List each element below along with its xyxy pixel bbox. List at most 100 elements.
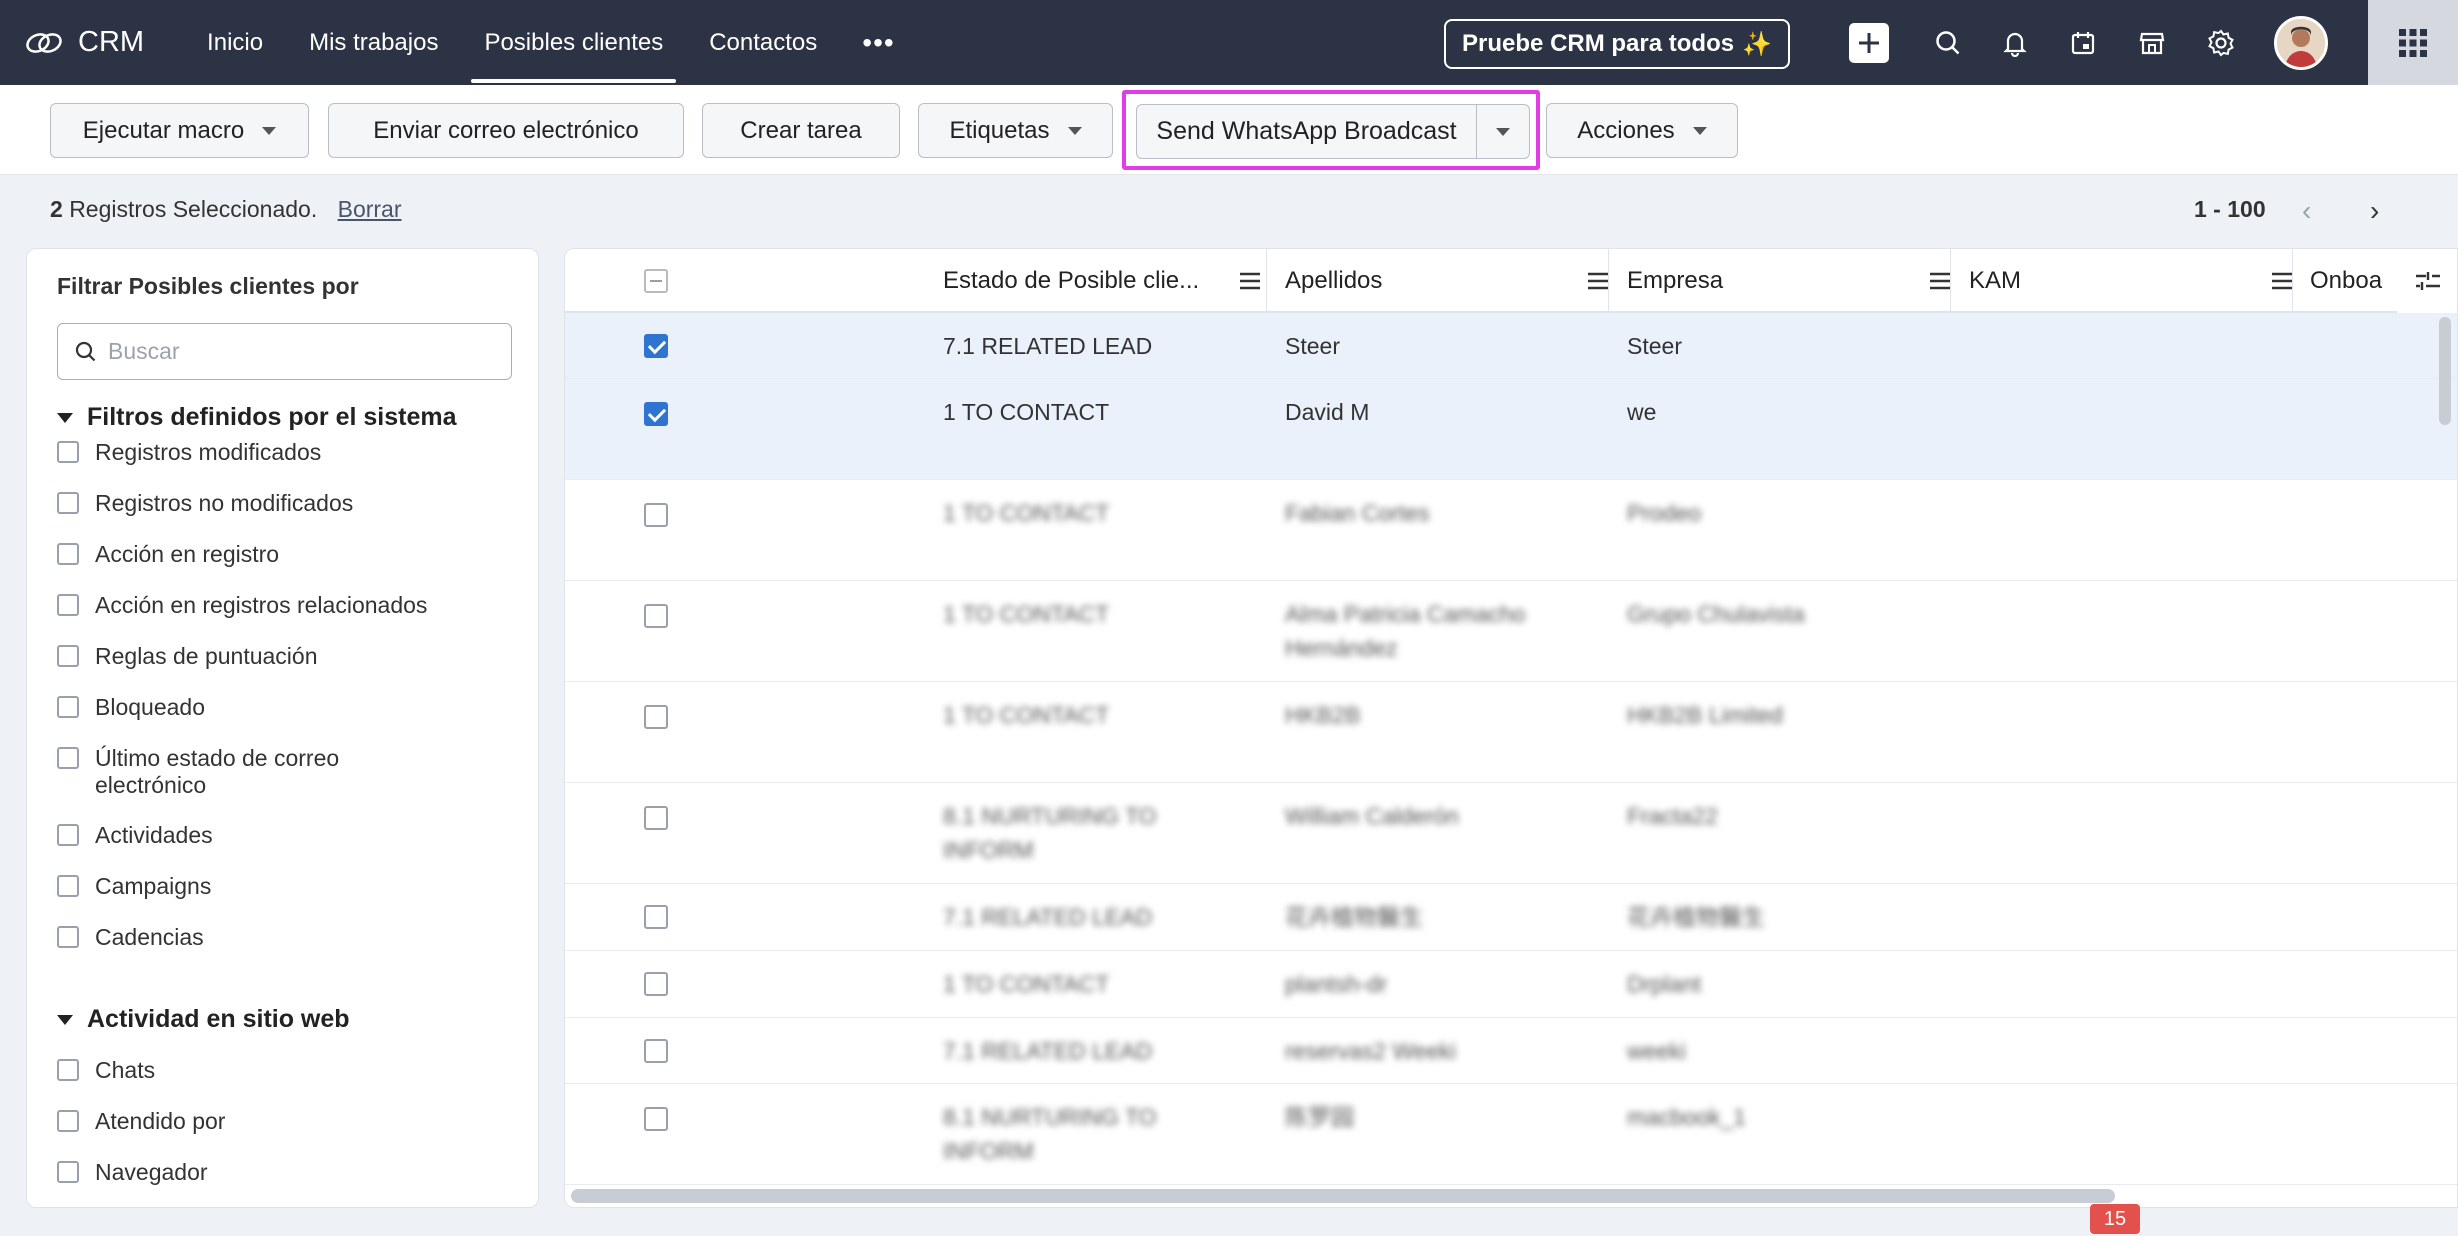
row-checkbox[interactable]: [644, 1039, 668, 1063]
column-header-onboarding[interactable]: Onboa: [2310, 249, 2400, 313]
column-header-apellidos[interactable]: Apellidos: [1285, 249, 1627, 313]
row-checkbox[interactable]: [644, 604, 668, 628]
column-menu-icon[interactable]: [2271, 271, 2293, 291]
checkbox[interactable]: [57, 875, 79, 897]
vertical-scrollbar[interactable]: [2439, 317, 2451, 425]
filter-item[interactable]: Navegador: [57, 1159, 208, 1186]
select-all-checkbox[interactable]: [644, 269, 668, 293]
marketplace-icon[interactable]: [2131, 22, 2173, 64]
filter-item[interactable]: Acción en registro: [57, 541, 279, 568]
actions-button[interactable]: Acciones: [1546, 103, 1738, 158]
send-email-button[interactable]: Enviar correo electrónico: [328, 103, 684, 158]
table-row[interactable]: 1 TO CONTACT David M we: [565, 379, 2457, 480]
apps-grid-icon[interactable]: [2368, 0, 2458, 85]
column-header-kam[interactable]: KAM: [1969, 249, 2311, 313]
surname-cell[interactable]: plantsh-dr: [1285, 967, 1387, 1001]
filter-item[interactable]: Atendido por: [57, 1108, 225, 1135]
surname-cell[interactable]: Fabian Cortes: [1285, 496, 1429, 530]
checkbox[interactable]: [57, 747, 79, 769]
tab-contactos[interactable]: Contactos: [686, 0, 840, 85]
filter-search-input[interactable]: [108, 338, 488, 365]
filter-item[interactable]: Cadencias: [57, 924, 204, 951]
surname-cell[interactable]: David M: [1285, 395, 1369, 429]
row-checkbox[interactable]: [644, 806, 668, 830]
column-divider[interactable]: [1266, 249, 1267, 313]
filter-item[interactable]: Campaigns: [57, 873, 211, 900]
table-row[interactable]: 8.1 NURTURING TO INFORM 陈罗园 macbook_1: [565, 1084, 2457, 1185]
surname-cell[interactable]: reservas2 Weeki: [1285, 1034, 1456, 1068]
table-row[interactable]: 7.1 RELATED LEAD reservas2 Weeki weeki: [565, 1018, 2457, 1084]
checkbox[interactable]: [57, 492, 79, 514]
surname-cell[interactable]: Alma Patricia Camacho Hernández: [1285, 597, 1525, 665]
table-row[interactable]: 1 TO CONTACT HKB2B HKB2B Limited: [565, 682, 2457, 783]
table-row[interactable]: 7.1 RELATED LEAD Steer Steer: [565, 313, 2457, 379]
try-crm-button[interactable]: Pruebe CRM para todos ✨: [1444, 19, 1790, 69]
row-checkbox[interactable]: [644, 905, 668, 929]
tab-inicio[interactable]: Inicio: [184, 0, 286, 85]
row-checkbox[interactable]: [644, 334, 668, 358]
checkbox[interactable]: [57, 645, 79, 667]
tab-mis-trabajos[interactable]: Mis trabajos: [286, 0, 461, 85]
web-activity-header[interactable]: Actividad en sitio web: [57, 1005, 350, 1034]
calendar-icon[interactable]: [2062, 22, 2104, 64]
filter-item[interactable]: Actividades: [57, 822, 213, 849]
horizontal-scrollbar[interactable]: [571, 1189, 2115, 1203]
checkbox[interactable]: [57, 824, 79, 846]
surname-cell[interactable]: William Calderón: [1285, 799, 1459, 833]
column-divider[interactable]: [1608, 249, 1609, 313]
column-header-empresa[interactable]: Empresa: [1627, 249, 1969, 313]
filter-item[interactable]: Acción en registros relacionados: [57, 592, 427, 619]
surname-cell[interactable]: HKB2B: [1285, 698, 1360, 732]
crm-logo[interactable]: CRM: [24, 26, 144, 59]
checkbox[interactable]: [57, 1059, 79, 1081]
whatsapp-dropdown-toggle[interactable]: [1477, 105, 1529, 158]
column-menu-icon[interactable]: [1929, 271, 1951, 291]
column-menu-icon[interactable]: [1587, 271, 1609, 291]
create-task-button[interactable]: Crear tarea: [702, 103, 900, 158]
checkbox[interactable]: [57, 1110, 79, 1132]
filter-search-field[interactable]: [57, 323, 512, 380]
surname-cell[interactable]: 花卉植物醫生: [1285, 900, 1423, 934]
checkbox[interactable]: [57, 1161, 79, 1183]
column-divider[interactable]: [2292, 249, 2293, 313]
column-divider[interactable]: [1950, 249, 1951, 313]
filter-item[interactable]: Bloqueado: [57, 694, 205, 721]
next-page-icon[interactable]: ›: [2370, 195, 2379, 227]
row-checkbox[interactable]: [644, 503, 668, 527]
search-icon[interactable]: [1927, 22, 1969, 64]
user-avatar[interactable]: [2274, 16, 2328, 70]
tab-posibles-clientes[interactable]: Posibles clientes: [461, 0, 686, 85]
filter-item[interactable]: Registros modificados: [57, 439, 321, 466]
row-checkbox[interactable]: [644, 402, 668, 426]
table-row[interactable]: 8.1 NURTURING TO INFORM William Calderón …: [565, 783, 2457, 884]
column-menu-icon[interactable]: [1239, 271, 1261, 291]
send-whatsapp-broadcast-label[interactable]: Send WhatsApp Broadcast: [1137, 105, 1477, 158]
checkbox[interactable]: [57, 926, 79, 948]
checkbox[interactable]: [57, 594, 79, 616]
bell-icon[interactable]: [1994, 22, 2036, 64]
filter-item[interactable]: Reglas de puntuación: [57, 643, 318, 670]
gear-icon[interactable]: [2200, 22, 2242, 64]
clear-selection-link[interactable]: Borrar: [338, 196, 402, 222]
filter-item[interactable]: Registros no modificados: [57, 490, 353, 517]
column-header-status[interactable]: Estado de Posible clie...: [943, 249, 1279, 313]
filter-item[interactable]: Chats: [57, 1057, 155, 1084]
previous-page-icon[interactable]: ‹: [2302, 195, 2311, 227]
table-row[interactable]: 7.1 RELATED LEAD 花卉植物醫生 花卉植物醫生: [565, 884, 2457, 951]
notification-badge[interactable]: 15: [2090, 1204, 2140, 1234]
row-checkbox[interactable]: [644, 972, 668, 996]
surname-cell[interactable]: Steer: [1285, 329, 1340, 363]
surname-cell[interactable]: 陈罗园: [1285, 1100, 1354, 1134]
run-macro-button[interactable]: Ejecutar macro: [50, 103, 309, 158]
system-filters-header[interactable]: Filtros definidos por el sistema: [57, 403, 457, 432]
tags-button[interactable]: Etiquetas: [918, 103, 1113, 158]
table-row[interactable]: 1 TO CONTACT Fabian Cortes Prodeo: [565, 480, 2457, 581]
row-checkbox[interactable]: [644, 1107, 668, 1131]
table-row[interactable]: 1 TO CONTACT Alma Patricia Camacho Hernán…: [565, 581, 2457, 682]
row-checkbox[interactable]: [644, 705, 668, 729]
filter-item[interactable]: Último estado de correo electrónico: [57, 745, 339, 799]
more-tabs-icon[interactable]: •••: [840, 0, 916, 85]
table-row[interactable]: 1 TO CONTACT plantsh-dr Drplant: [565, 951, 2457, 1018]
column-settings-icon[interactable]: [2397, 249, 2457, 313]
send-whatsapp-broadcast-button[interactable]: Send WhatsApp Broadcast: [1136, 104, 1530, 159]
